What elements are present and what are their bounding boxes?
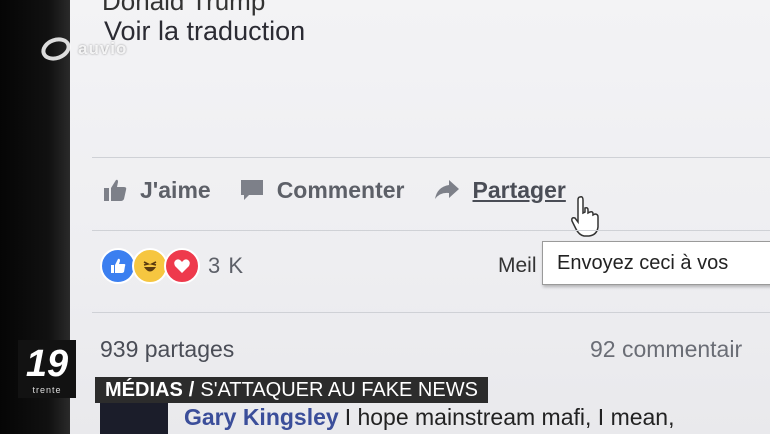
divider [92, 157, 770, 158]
share-tooltip: Envoyez ceci à vos [542, 241, 770, 285]
facebook-post-screen: Donald Trump Voir la traduction J'aime C… [70, 0, 770, 434]
comment-avatar[interactable] [100, 398, 168, 434]
shares-count[interactable]: 939 partages [100, 336, 234, 363]
love-reaction-icon [164, 248, 200, 284]
divider [92, 312, 770, 313]
translate-link[interactable]: Voir la traduction [104, 16, 305, 47]
share-arrow-icon [434, 180, 459, 199]
comment-item: Gary Kingsley I hope mainstream mafi, I m… [184, 404, 675, 431]
auvio-logo-icon [41, 37, 71, 61]
post-author-name[interactable]: Donald Trump [102, 0, 265, 17]
like-reaction-icon [100, 248, 136, 284]
channel-number: 19 [25, 343, 69, 385]
divider [92, 230, 770, 231]
comments-count[interactable]: 92 commentair [590, 336, 742, 363]
comment-icon [240, 180, 263, 200]
banner-category: MÉDIAS [105, 378, 183, 401]
share-button[interactable]: Partager [433, 177, 566, 204]
banner-title: S'ATTAQUER AU FAKE NEWS [200, 378, 478, 401]
more-relevant-link[interactable]: Meil [498, 254, 537, 278]
post-action-bar: J'aime Commenter Partager [102, 170, 594, 210]
comment-label: Commenter [276, 176, 405, 203]
like-button[interactable]: J'aime [102, 177, 211, 204]
auvio-logo: auvio [40, 36, 127, 62]
reaction-count: 3 K [208, 253, 245, 278]
comment-author[interactable]: Gary Kingsley [184, 404, 339, 430]
auvio-logo-text: auvio [78, 39, 128, 58]
like-label: J'aime [140, 176, 211, 203]
comment-text: I hope mainstream mafi, I mean, [344, 404, 675, 430]
banner-separator: / [188, 378, 195, 401]
comment-button[interactable]: Commenter [239, 177, 405, 204]
channel-subtitle: trente [32, 385, 62, 395]
news-banner: MÉDIAS / S'ATTAQUER AU FAKE NEWS [95, 377, 488, 403]
share-label: Partager [472, 176, 566, 203]
channel-badge: 19 trente [18, 340, 76, 398]
reactions-summary[interactable]: 3 K [100, 248, 244, 284]
thumbs-up-icon [104, 179, 127, 201]
haha-reaction-icon [132, 248, 168, 284]
hand-cursor-icon [571, 196, 599, 237]
